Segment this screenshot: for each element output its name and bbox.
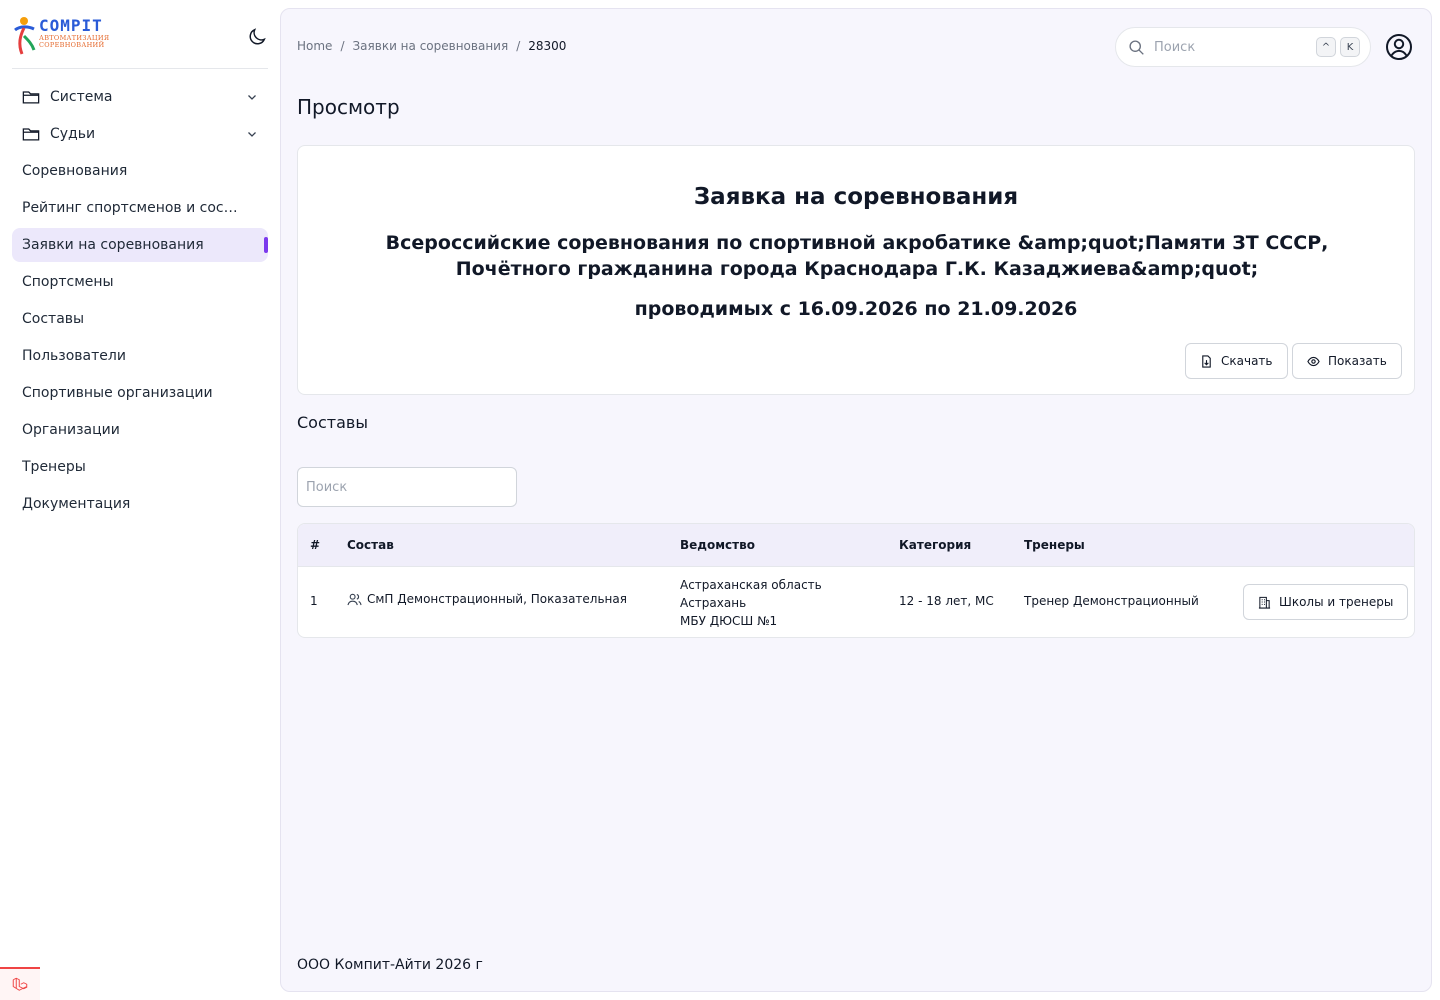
sidebar-item-label: Составы xyxy=(22,311,85,327)
sidebar-item-system[interactable]: Система xyxy=(12,80,268,114)
table-header: # Состав Ведомство Категория Тренеры xyxy=(298,524,1414,567)
chevron-down-icon xyxy=(248,132,256,137)
user-avatar-icon[interactable] xyxy=(1385,33,1413,61)
sidebar-nav: Система Судьи Соревнования Рейтинг спорт… xyxy=(12,80,268,524)
competition-title: Всероссийские соревнования по спортивной… xyxy=(385,232,1329,280)
logo[interactable]: COMPIT АВТОМАТИЗАЦИЯ СОРЕВНОВАНИЙ xyxy=(12,14,109,58)
logo-row: COMPIT АВТОМАТИЗАЦИЯ СОРЕВНОВАНИЙ xyxy=(12,14,268,58)
row-team-name: СмП Демонстрационный, Показательная xyxy=(367,592,627,606)
moon-icon[interactable] xyxy=(246,26,268,48)
building-icon xyxy=(1258,596,1271,609)
row-number: 1 xyxy=(310,594,318,608)
sidebar-item-athletes[interactable]: Спортсмены xyxy=(12,265,268,299)
column-header-category[interactable]: Категория xyxy=(899,538,971,552)
sidebar: COMPIT АВТОМАТИЗАЦИЯ СОРЕВНОВАНИЙ Систем… xyxy=(0,0,280,1000)
row-department: Астраханская область Астрахань МБУ ДЮСШ … xyxy=(680,576,822,630)
column-header-coaches[interactable]: Тренеры xyxy=(1024,538,1085,552)
eye-icon xyxy=(1307,356,1320,366)
schools-coaches-button-label: Школы и тренеры xyxy=(1279,595,1394,609)
breadcrumb-home[interactable]: Home xyxy=(297,39,332,53)
show-button[interactable]: Показать xyxy=(1292,343,1402,379)
sidebar-item-label: Пользователи xyxy=(22,348,126,364)
column-header-department[interactable]: Ведомство xyxy=(680,538,755,552)
sidebar-item-label: Судьи xyxy=(50,126,96,142)
sidebar-item-judges[interactable]: Судьи xyxy=(12,117,268,151)
sidebar-item-label: Организации xyxy=(22,422,120,438)
sidebar-item-teams[interactable]: Составы xyxy=(12,302,268,336)
laravel-icon xyxy=(12,977,28,991)
logo-figure-icon xyxy=(14,17,36,55)
sidebar-item-label: Тренеры xyxy=(22,459,86,475)
logo-subtitle-line-2: СОРЕВНОВАНИЙ xyxy=(39,41,105,49)
sidebar-item-coaches[interactable]: Тренеры xyxy=(12,450,268,484)
sidebar-item-rating[interactable]: Рейтинг спортсменов и состав... xyxy=(12,191,268,225)
row-department-school: МБУ ДЮСШ №1 xyxy=(680,614,778,628)
row-category: 12 - 18 лет, МС xyxy=(899,594,994,608)
main-content: Home / Заявки на соревнования / 28300 ^ … xyxy=(280,8,1432,992)
folder-icon xyxy=(22,128,40,141)
competition-dates: проводимых с 16.09.2026 по 21.09.2026 xyxy=(634,298,1078,320)
column-header-number[interactable]: # xyxy=(310,538,320,552)
sidebar-item-competitions[interactable]: Соревнования xyxy=(12,154,268,188)
row-department-city: Астрахань xyxy=(680,596,747,610)
breadcrumb-section[interactable]: Заявки на соревнования xyxy=(352,39,508,53)
column-header-team[interactable]: Состав xyxy=(347,538,394,552)
sidebar-item-label: Спортивные организации xyxy=(22,385,213,401)
sidebar-divider xyxy=(12,68,268,69)
sidebar-item-users[interactable]: Пользователи xyxy=(12,339,268,373)
page-title: Просмотр xyxy=(297,95,400,119)
breadcrumb-separator: / xyxy=(516,39,521,53)
teams-table: # Состав Ведомство Категория Тренеры 1 С… xyxy=(297,523,1415,638)
teams-search-input[interactable] xyxy=(297,467,517,507)
shortcut-key-ctrl: ^ xyxy=(1316,37,1336,57)
row-team[interactable]: СмП Демонстрационный, Показательная xyxy=(347,592,627,606)
global-search[interactable]: ^ K xyxy=(1115,27,1371,67)
laravel-debug-badge[interactable] xyxy=(0,967,40,1000)
row-department-region: Астраханская область xyxy=(680,578,822,592)
sidebar-item-docs[interactable]: Документация xyxy=(12,487,268,521)
users-icon xyxy=(347,593,362,605)
logo-title: COMPIT xyxy=(39,16,103,35)
teams-section-title: Составы xyxy=(297,413,368,432)
sidebar-item-sport-orgs[interactable]: Спортивные организации xyxy=(12,376,268,410)
sidebar-item-organizations[interactable]: Организации xyxy=(12,413,268,447)
download-button[interactable]: Скачать xyxy=(1185,343,1288,379)
breadcrumb: Home / Заявки на соревнования / 28300 xyxy=(297,39,566,53)
sidebar-item-label: Соревнования xyxy=(22,163,128,179)
sidebar-item-label: Спортсмены xyxy=(22,274,114,290)
search-input[interactable] xyxy=(1154,37,1304,57)
footer-text: ООО Компит-Айти 2026 г xyxy=(297,957,483,973)
logo-subtitle: АВТОМАТИЗАЦИЯ СОРЕВНОВАНИЙ xyxy=(39,35,109,49)
download-button-label: Скачать xyxy=(1221,354,1273,368)
sidebar-item-label: Рейтинг спортсменов и состав... xyxy=(22,200,244,216)
breadcrumb-current: 28300 xyxy=(528,39,567,53)
application-heading: Заявка на соревнования xyxy=(693,184,1019,210)
breadcrumb-separator: / xyxy=(340,39,345,53)
sidebar-item-applications[interactable]: Заявки на соревнования xyxy=(12,228,268,262)
file-download-icon xyxy=(1202,354,1211,368)
row-coaches: Тренер Демонстрационный xyxy=(1024,594,1199,608)
sidebar-item-label: Система xyxy=(50,89,113,105)
folder-icon xyxy=(22,91,40,104)
application-card: Заявка на соревнования Всероссийские сор… xyxy=(297,145,1415,395)
show-button-label: Показать xyxy=(1328,354,1387,368)
sidebar-item-label: Документация xyxy=(22,496,131,512)
sidebar-item-label: Заявки на соревнования xyxy=(22,237,204,253)
search-icon xyxy=(1129,40,1144,55)
shortcut-key-k: K xyxy=(1340,37,1360,57)
chevron-down-icon xyxy=(248,95,256,100)
schools-coaches-button[interactable]: Школы и тренеры xyxy=(1243,584,1409,620)
